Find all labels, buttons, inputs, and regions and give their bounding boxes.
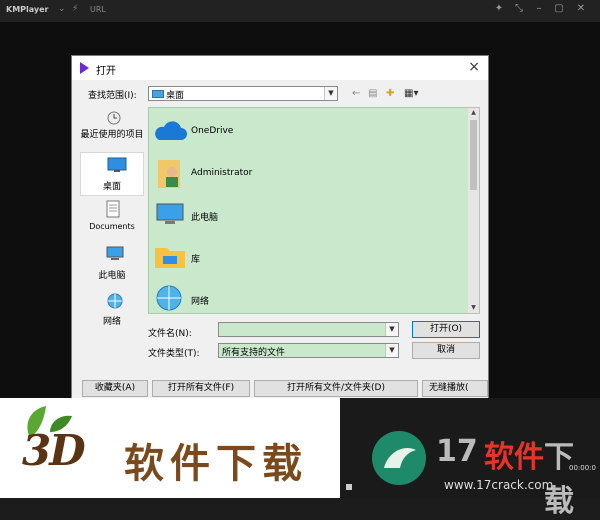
favorites-button[interactable]: 收藏夹(A) — [82, 380, 148, 397]
maximize-icon[interactable]: ▢ — [552, 3, 566, 14]
watermark-3d-banner: 3D 软件下载 — [0, 398, 340, 498]
place-label: 网络 — [102, 317, 121, 327]
open-all-files-button[interactable]: 打开所有文件(F) — [152, 380, 250, 397]
desktop-mini-icon — [152, 90, 164, 98]
list-item-label: OneDrive — [191, 126, 234, 136]
up-folder-icon[interactable]: ▤ — [368, 88, 377, 99]
documents-icon — [106, 200, 120, 218]
stop-icon[interactable] — [346, 484, 352, 490]
network-icon — [156, 285, 182, 311]
player-menu-button[interactable]: ⌄ — [58, 4, 66, 14]
file-list[interactable]: OneDrive Administrator 此电脑 库 网络 ▲ ▼ — [148, 107, 480, 314]
computer-icon — [106, 246, 124, 260]
place-documents[interactable]: Documents — [80, 200, 144, 240]
close-icon[interactable]: ✕ — [574, 3, 588, 14]
desktop-icon — [107, 157, 127, 172]
new-folder-icon[interactable]: ✚ — [386, 88, 394, 99]
url-button[interactable]: URL — [90, 5, 106, 14]
dialog-titlebar: 打开 × — [72, 56, 488, 80]
dialog-title: 打开 — [96, 66, 116, 77]
file-type-select[interactable]: 所有支持的文件 ▼ — [218, 343, 399, 358]
watermark-url: www.17crack.com — [444, 478, 554, 492]
chevron-down-icon[interactable]: ▼ — [324, 87, 337, 100]
list-item-label: 库 — [191, 255, 201, 265]
place-desktop[interactable]: 桌面 — [80, 152, 144, 196]
open-all-files-folders-button[interactable]: 打开所有文件/文件夹(D) — [254, 380, 418, 397]
scroll-down-icon[interactable]: ▼ — [468, 303, 479, 313]
places-bar: 最近使用的项目 桌面 Documents 此电脑 网络 — [78, 108, 144, 358]
bolt-icon[interactable]: ⚡ — [72, 4, 78, 14]
list-item-label: 网络 — [191, 297, 210, 307]
list-item-label: Administrator — [191, 168, 253, 178]
back-icon[interactable]: ← — [352, 88, 360, 99]
dragon-logo-icon — [372, 431, 426, 485]
look-in-label: 查找范围(I): — [88, 91, 137, 101]
list-scrollbar[interactable]: ▲ ▼ — [468, 108, 479, 313]
watermark-17-text: 软件 — [484, 440, 544, 475]
list-item-library[interactable]: 库 — [149, 238, 469, 278]
file-type-value: 所有支持的文件 — [222, 348, 286, 358]
open-file-dialog: 打开 × 查找范围(I): 桌面 ▼ ← ▤ ✚ ▦▾ 最近使用的项目 桌面 D… — [71, 55, 489, 407]
minimize-arrow-icon[interactable]: ⤡ — [512, 3, 526, 14]
list-item-network[interactable]: 网络 — [149, 280, 469, 313]
player-titlebar: KMPlayer ⌄ ⚡ URL ✦ ⤡ – ▢ ✕ — [0, 0, 600, 22]
dialog-close-button[interactable]: × — [468, 59, 480, 75]
player-logo: KMPlayer — [6, 5, 49, 14]
place-recent[interactable]: 最近使用的项目 — [80, 110, 144, 152]
place-label: 桌面 — [102, 182, 121, 192]
list-item-label: 此电脑 — [191, 213, 219, 223]
watermark-left-brand: 软件下载 — [124, 440, 308, 487]
place-label: 最近使用的项目 — [80, 130, 144, 140]
place-computer[interactable]: 此电脑 — [80, 246, 144, 286]
scroll-up-icon[interactable]: ▲ — [468, 108, 479, 118]
watermark-3d-mark: 3D — [22, 426, 86, 475]
minimize-icon[interactable]: – — [532, 3, 546, 14]
place-network[interactable]: 网络 — [80, 292, 144, 332]
onedrive-icon — [155, 121, 187, 140]
list-item-computer[interactable]: 此电脑 — [149, 196, 469, 236]
watermark-17-banner: 17 软件 下载 www.17crack.com 00:00:0 — [340, 398, 600, 519]
file-type-label: 文件类型(T): — [148, 349, 200, 359]
view-menu-icon[interactable]: ▦▾ — [404, 88, 418, 99]
computer-icon — [156, 203, 184, 224]
pin-icon[interactable]: ✦ — [492, 3, 506, 14]
place-label: 此电脑 — [98, 271, 126, 281]
look-in-combo[interactable]: 桌面 ▼ — [148, 86, 338, 101]
playback-time: 00:00:0 — [569, 464, 596, 472]
kmplayer-icon — [80, 62, 89, 74]
library-folder-icon — [155, 248, 185, 268]
list-item-administrator[interactable]: Administrator — [149, 154, 469, 194]
chevron-down-icon[interactable]: ▼ — [385, 344, 398, 357]
seamless-play-button[interactable]: 无缝播放( — [422, 380, 488, 397]
network-icon — [107, 293, 123, 309]
watermark-17-number: 17 — [436, 434, 478, 469]
file-name-label: 文件名(N): — [148, 329, 192, 339]
list-item-onedrive[interactable]: OneDrive — [149, 112, 469, 152]
chevron-down-icon[interactable]: ▼ — [385, 323, 398, 336]
scroll-thumb[interactable] — [470, 120, 477, 190]
look-in-value: 桌面 — [166, 91, 185, 101]
open-button[interactable]: 打开(O) — [412, 321, 480, 338]
file-name-input[interactable]: ▼ — [218, 322, 399, 337]
user-folder-icon — [158, 160, 180, 188]
recent-icon — [107, 111, 121, 125]
watermark-17-tail: 下载 — [544, 440, 574, 519]
cancel-button[interactable]: 取消 — [412, 342, 480, 359]
place-label: Documents — [89, 222, 135, 231]
